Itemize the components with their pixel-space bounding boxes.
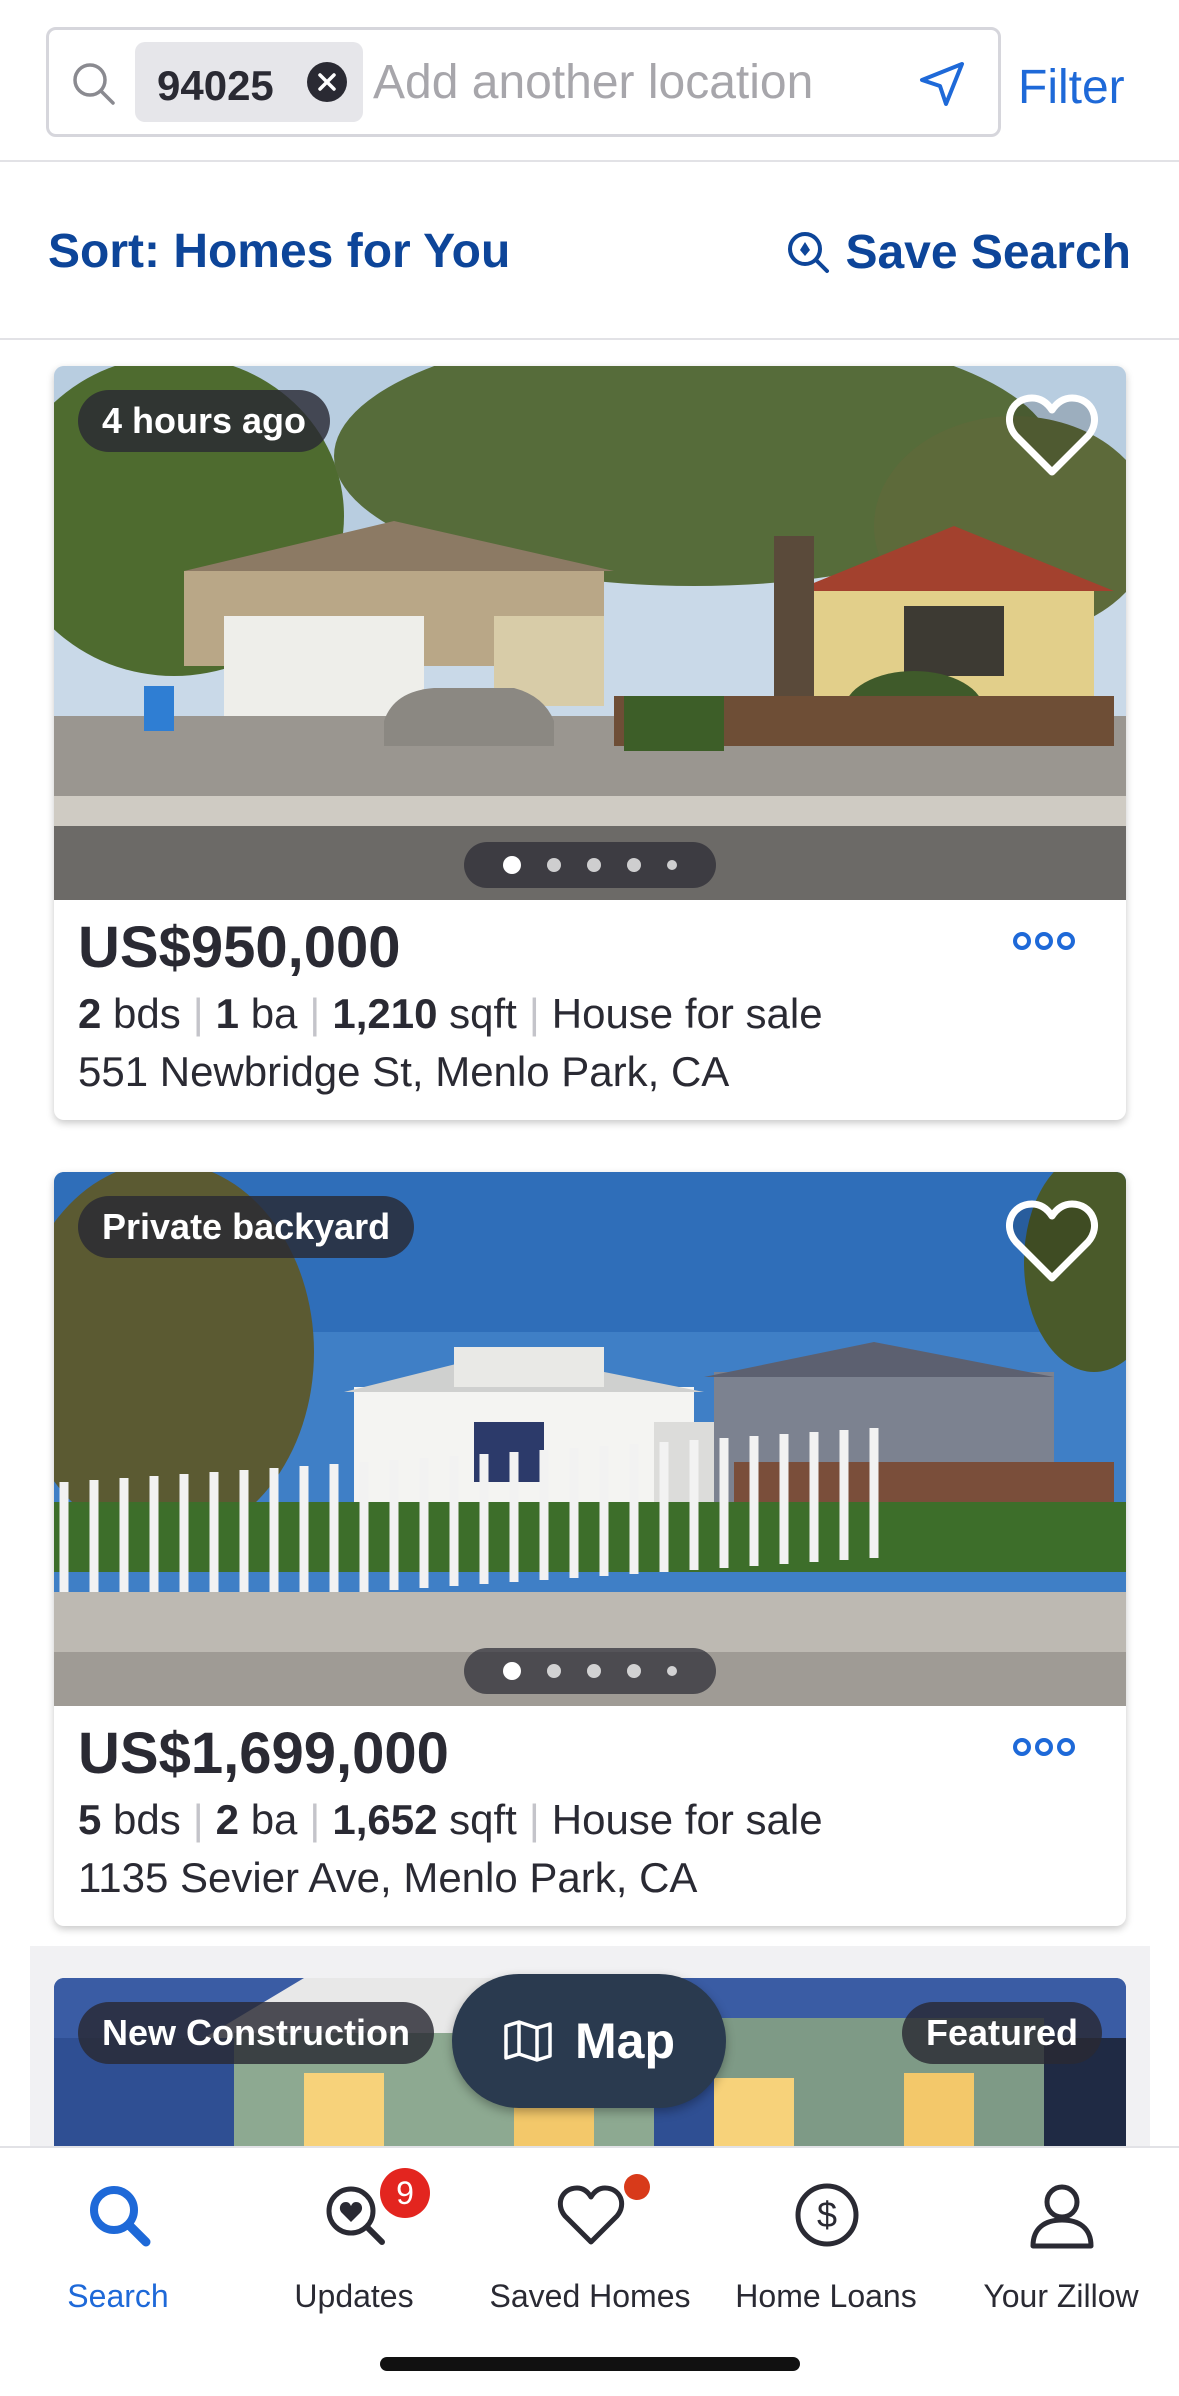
notification-dot bbox=[624, 2174, 650, 2200]
photo-pagination bbox=[464, 1648, 716, 1694]
featured-tag: Featured bbox=[901, 2002, 1102, 2064]
filter-button[interactable]: Filter bbox=[1018, 60, 1125, 115]
divider: | bbox=[309, 1796, 321, 1843]
more-options-icon[interactable] bbox=[1012, 930, 1076, 952]
beds-unit: bds bbox=[113, 990, 181, 1037]
pagination-dot bbox=[587, 1664, 601, 1678]
home-indicator[interactable] bbox=[380, 2357, 800, 2371]
listing-address: 551 Newbridge St, Menlo Park, CA bbox=[78, 1048, 730, 1095]
tab-label: Home Loans bbox=[735, 2278, 917, 2314]
dollar-circle-icon: $ bbox=[795, 2183, 859, 2247]
photo-pagination bbox=[464, 842, 716, 888]
listing-info: US$1,699,000 5 bds | 2 ba | 1,652 sqft | House… bbox=[54, 1706, 1126, 1926]
tab-updates[interactable]: 9 Updates bbox=[236, 2168, 472, 2338]
updates-badge: 9 bbox=[380, 2168, 430, 2218]
listing-tag: Private backyard bbox=[78, 1196, 415, 1258]
pagination-dot bbox=[627, 1664, 641, 1678]
save-search-icon bbox=[788, 232, 830, 273]
sort-row: Sort: Homes for You Save Search bbox=[0, 164, 1179, 340]
tab-your-zillow[interactable]: Your Zillow bbox=[943, 2168, 1179, 2338]
pagination-dot bbox=[667, 860, 677, 870]
listing-photo[interactable]: Private backyard bbox=[54, 1172, 1126, 1706]
divider: | bbox=[192, 1796, 204, 1843]
location-chip-label: 94025 bbox=[157, 62, 274, 109]
tab-label: Your Zillow bbox=[983, 2278, 1139, 2314]
search-icon bbox=[73, 63, 115, 105]
pagination-dot bbox=[547, 858, 561, 872]
person-icon bbox=[1030, 2184, 1094, 2249]
beds-value: 2 bbox=[78, 990, 102, 1037]
pagination-dot bbox=[667, 1666, 677, 1676]
listing-facts: 2 bds | 1 ba | 1,210 sqft | House for sale bbox=[78, 990, 823, 1038]
listing-photo[interactable]: 4 hours ago bbox=[54, 366, 1126, 900]
listing-type: House for sale bbox=[551, 990, 823, 1037]
add-location-input[interactable] bbox=[373, 44, 873, 120]
baths-unit: ba bbox=[250, 990, 298, 1037]
save-search-label: Save Search bbox=[845, 225, 1131, 279]
baths-value: 1 bbox=[215, 990, 240, 1037]
pagination-dot bbox=[547, 1664, 561, 1678]
listing-address: 1135 Sevier Ave, Menlo Park, CA bbox=[78, 1854, 698, 1901]
heart-icon bbox=[557, 2185, 625, 2245]
svg-text:$: $ bbox=[817, 2194, 837, 2235]
search-box[interactable]: 94025 bbox=[46, 27, 1001, 137]
pagination-dot bbox=[503, 1662, 521, 1680]
divider: | bbox=[192, 990, 204, 1037]
listing-tag: 4 hours ago bbox=[78, 390, 331, 452]
sort-dropdown[interactable]: Sort: Homes for You bbox=[48, 224, 510, 279]
map-button-label: Map bbox=[575, 2013, 675, 2069]
listing-price: US$1,699,000 bbox=[78, 1721, 449, 1786]
tab-label: Updates bbox=[294, 2278, 414, 2314]
divider: | bbox=[528, 1796, 540, 1843]
listing-info: US$950,000 2 bds | 1 ba | 1,210 sqft | House f… bbox=[54, 900, 1126, 1120]
baths-unit: ba bbox=[250, 1796, 298, 1843]
baths-value: 2 bbox=[215, 1796, 240, 1843]
divider: | bbox=[528, 990, 540, 1037]
save-search-button[interactable]: Save Search bbox=[785, 224, 1131, 280]
tab-label: Saved Homes bbox=[489, 2278, 691, 2314]
beds-value: 5 bbox=[78, 1796, 102, 1843]
location-chip[interactable]: 94025 bbox=[135, 42, 363, 122]
save-home-heart-icon[interactable] bbox=[1004, 390, 1100, 480]
sqft-unit: sqft bbox=[449, 990, 517, 1037]
tab-search[interactable]: Search bbox=[0, 2168, 236, 2338]
tab-home-loans[interactable]: $ Home Loans bbox=[708, 2168, 944, 2338]
listing-tag: New Construction bbox=[78, 2002, 435, 2064]
pagination-dot bbox=[587, 858, 601, 872]
more-options-icon[interactable] bbox=[1012, 1736, 1076, 1758]
search-header: 94025 Filter bbox=[0, 0, 1179, 162]
listing-card[interactable]: 4 hours ago US$950,000 2 bds | 1 ba | 1,210 … bbox=[54, 366, 1126, 1120]
listing-facts: 5 bds | 2 ba | 1,652 sqft | House for sale bbox=[78, 1796, 823, 1844]
listing-card[interactable]: Private backyard US$1,699,000 5 bds | 2 ba… bbox=[54, 1172, 1126, 1926]
search-icon bbox=[90, 2186, 151, 2247]
map-button[interactable]: Map bbox=[452, 1974, 726, 2108]
pagination-dot bbox=[627, 858, 641, 872]
sqft-unit: sqft bbox=[449, 1796, 517, 1843]
remove-location-icon[interactable] bbox=[307, 62, 347, 102]
pagination-dot bbox=[503, 856, 521, 874]
listing-type: House for sale bbox=[551, 1796, 823, 1843]
current-location-icon[interactable] bbox=[916, 58, 968, 110]
sqft-value: 1,210 bbox=[332, 990, 438, 1037]
listing-price: US$950,000 bbox=[78, 915, 401, 980]
map-icon bbox=[504, 2020, 552, 2062]
save-home-heart-icon[interactable] bbox=[1004, 1196, 1100, 1286]
divider: | bbox=[309, 990, 321, 1037]
tab-label: Search bbox=[67, 2278, 169, 2314]
beds-unit: bds bbox=[113, 1796, 181, 1843]
sqft-value: 1,652 bbox=[332, 1796, 438, 1843]
tab-saved-homes[interactable]: Saved Homes bbox=[472, 2168, 708, 2338]
